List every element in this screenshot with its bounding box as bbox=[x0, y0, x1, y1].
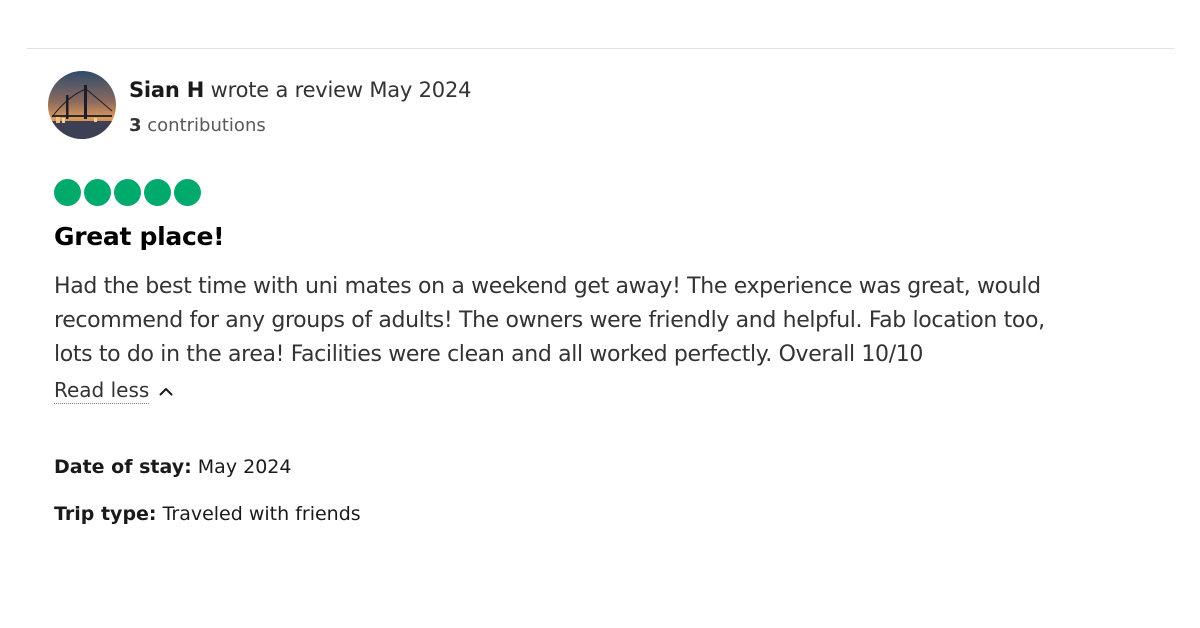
review-author-line: Sian H wrote a review May 2024 bbox=[129, 78, 471, 102]
contributions-link[interactable]: 3 contributions bbox=[129, 115, 266, 136]
review-date: May 2024 bbox=[369, 78, 472, 102]
bridge-photo-icon bbox=[48, 71, 116, 139]
review-action: wrote a review bbox=[210, 78, 363, 102]
date-of-stay-value: May 2024 bbox=[197, 456, 292, 478]
review-body: Had the best time with uni mates on a we… bbox=[54, 270, 1178, 372]
read-less-label: Read less bbox=[54, 378, 150, 404]
rating-bubble-icon bbox=[84, 179, 111, 206]
date-of-stay: Date of stay: May 2024 bbox=[54, 456, 291, 478]
review-body-line: recommend for any groups of adults! The … bbox=[54, 308, 1045, 333]
author-name[interactable]: Sian H bbox=[129, 78, 204, 102]
rating-bubbles bbox=[54, 179, 201, 206]
avatar[interactable] bbox=[48, 71, 116, 139]
rating-bubble-icon bbox=[114, 179, 141, 206]
review-title: Great place! bbox=[54, 222, 225, 251]
rating-bubble-icon bbox=[54, 179, 81, 206]
section-divider bbox=[27, 48, 1174, 49]
date-of-stay-label: Date of stay: bbox=[54, 456, 192, 478]
read-less-button[interactable]: Read less bbox=[54, 378, 173, 404]
chevron-up-icon bbox=[159, 387, 173, 395]
trip-type: Trip type: Traveled with friends bbox=[54, 503, 361, 525]
rating-bubble-icon bbox=[174, 179, 201, 206]
review-body-line: lots to do in the area! Facilities were … bbox=[54, 342, 924, 367]
contributions-label: contributions bbox=[147, 115, 266, 136]
review-body-line: Had the best time with uni mates on a we… bbox=[54, 274, 1041, 299]
contributions-count: 3 bbox=[129, 115, 142, 136]
rating-bubble-icon bbox=[144, 179, 171, 206]
trip-type-value: Traveled with friends bbox=[162, 503, 361, 525]
trip-type-label: Trip type: bbox=[54, 503, 157, 525]
